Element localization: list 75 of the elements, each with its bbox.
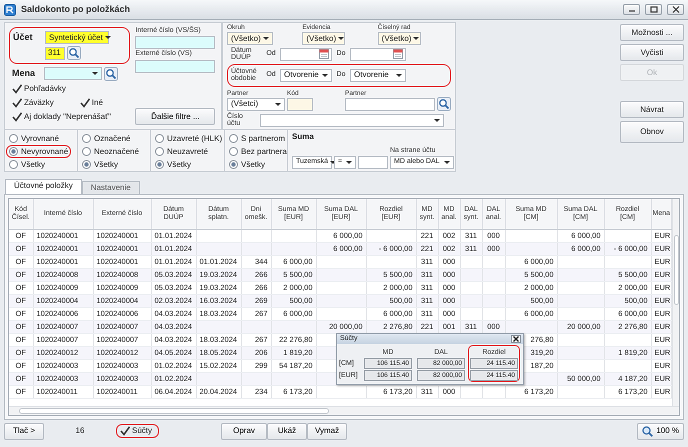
toolbar-button[interactable]: Oprav [221, 422, 268, 440]
radio-option[interactable]: Všetky [229, 159, 266, 170]
dropdown[interactable]: (Všetko) [227, 32, 273, 46]
radio-option[interactable]: Neuzavreté [155, 146, 208, 157]
caret-icon [413, 37, 420, 40]
radio-option[interactable]: Označené [82, 133, 130, 144]
caret-icon [322, 74, 328, 77]
caret-icon [444, 161, 450, 164]
radio-option[interactable]: Nevyrovnané [9, 146, 68, 157]
dropdown[interactable]: (Všetci) [227, 98, 285, 111]
checkbox[interactable]: Súčty [120, 426, 152, 436]
caret-icon [434, 118, 440, 122]
input-field[interactable]: 311 [45, 46, 65, 60]
checkbox[interactable]: Záväzky [12, 98, 54, 108]
close-button[interactable] [667, 4, 684, 15]
search-icon[interactable] [104, 66, 118, 80]
horizontal-scrollbar[interactable] [9, 406, 679, 415]
caret-icon [346, 161, 352, 164]
dropdown[interactable]: Otvorenie [350, 68, 406, 82]
dropdown[interactable]: Otvorenie [280, 68, 332, 82]
close-button[interactable] [511, 335, 521, 343]
side-button[interactable]: Možnosti ... [620, 24, 684, 41]
input-field[interactable] [135, 60, 216, 73]
more-filters-button[interactable]: Ďalšie filtre ... [135, 108, 216, 125]
caret-icon [92, 72, 98, 75]
date-field[interactable] [350, 48, 406, 61]
search-icon[interactable] [437, 96, 451, 111]
print-button[interactable]: Tlač > [4, 422, 44, 440]
toolbar-button[interactable]: Vymaž [307, 422, 348, 440]
dropdown[interactable]: (Všetko) [302, 32, 346, 46]
caret-icon [275, 102, 281, 106]
radio-option[interactable]: Neoznačené [82, 146, 139, 157]
input-field[interactable] [287, 98, 313, 111]
maximize-button[interactable] [645, 4, 662, 15]
minimize-button[interactable] [623, 4, 640, 15]
input-field[interactable] [345, 98, 435, 111]
caret-icon [104, 36, 111, 39]
radio-option[interactable]: Bez partnera [229, 146, 287, 157]
maximize-icon[interactable] [648, 5, 660, 14]
radio-option[interactable]: Všetky [82, 159, 118, 170]
calendar-icon[interactable] [393, 49, 403, 60]
checkbox[interactable]: Pohľadávky [12, 84, 66, 94]
tab[interactable]: Nastavenie [82, 181, 140, 194]
side-button[interactable]: Obnov [620, 121, 684, 143]
input-field[interactable] [358, 156, 388, 169]
close-icon[interactable] [670, 5, 682, 14]
app-icon [4, 4, 16, 16]
zoom-button[interactable]: 100 % [637, 422, 684, 440]
radio-option[interactable]: Uzavreté (HLK) [155, 133, 222, 144]
checkbox[interactable]: Aj doklady "Neprenášať" [12, 112, 111, 122]
caret-icon [263, 37, 269, 40]
field-label: Suma [292, 132, 315, 142]
dropdown[interactable]: Syntetický účet [45, 31, 109, 44]
radio-option[interactable]: Všetky [9, 159, 46, 170]
search-icon[interactable] [67, 46, 81, 60]
toolbar-button[interactable]: Ukáž [267, 422, 308, 440]
calendar-icon[interactable] [319, 49, 329, 60]
zoom-icon [642, 426, 654, 436]
side-button[interactable]: Návrat [620, 101, 684, 118]
radio-option[interactable]: Všetky [155, 159, 192, 170]
input-field[interactable] [135, 36, 216, 50]
record-count: 16 [74, 425, 86, 438]
caret-icon [396, 74, 402, 77]
field-label: Mena [12, 68, 36, 79]
checkbox[interactable]: Iné [80, 98, 103, 108]
caret-icon [338, 37, 344, 40]
dropdown[interactable]: (Všetko) [378, 32, 421, 46]
field-label: Účet [13, 32, 34, 43]
side-button[interactable]: Vyčisti [620, 44, 684, 61]
radio-option[interactable]: S partnerom [229, 133, 286, 144]
window-title: Saldokonto po položkách [21, 4, 130, 15]
radio-option[interactable]: Vyrovnané [9, 133, 59, 144]
tab[interactable]: Účtovné položky [5, 179, 82, 194]
close-icon[interactable] [513, 336, 519, 342]
date-field[interactable] [280, 48, 332, 61]
